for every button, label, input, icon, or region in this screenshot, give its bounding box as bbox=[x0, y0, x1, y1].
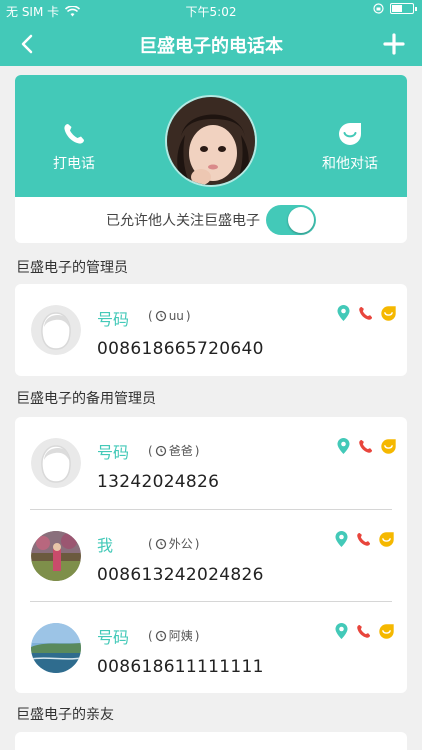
chat-label: 和他对话 bbox=[322, 156, 378, 172]
contact-item[interactable]: 我 ( 外公) 008613242024826 bbox=[30, 509, 395, 601]
contact-name: 我 bbox=[97, 536, 114, 555]
contact-item[interactable]: 号码 ( 阿姨) 008618611111111 bbox=[30, 601, 395, 693]
watch-icon bbox=[155, 630, 166, 641]
watch-icon bbox=[155, 538, 166, 549]
nav-bar: 巨盛电子的电话本 bbox=[0, 22, 422, 66]
contact-number: 13242024826 bbox=[97, 472, 220, 492]
location-pin-icon[interactable] bbox=[334, 530, 349, 548]
contact-number: 008613242024826 bbox=[97, 565, 264, 585]
call-icon[interactable] bbox=[357, 438, 374, 455]
chat-icon[interactable] bbox=[380, 305, 397, 322]
call-icon[interactable] bbox=[355, 623, 372, 640]
contact-number: 008618665720640 bbox=[97, 339, 264, 359]
section-title-admin: 巨盛电子的管理员 bbox=[16, 260, 128, 276]
chat-button[interactable]: 和他对话 bbox=[315, 121, 385, 173]
contact-tag: ( 阿姨) bbox=[148, 628, 200, 644]
follow-row: 已允许他人关注巨盛电子 bbox=[15, 197, 407, 243]
chat-smile-icon bbox=[339, 123, 361, 145]
admin-list: 号码 ( uu) 008618665720640 bbox=[15, 284, 407, 376]
contact-tag: ( uu) bbox=[148, 309, 191, 323]
orientation-lock-icon bbox=[373, 3, 384, 14]
follow-label: 已允许他人关注巨盛电子 bbox=[106, 213, 260, 229]
chat-icon[interactable] bbox=[378, 531, 395, 548]
chat-icon[interactable] bbox=[380, 438, 397, 455]
battery-icon bbox=[390, 3, 417, 14]
status-time: 下午5:02 bbox=[185, 5, 237, 19]
status-bar: 无 SIM 卡 下午5:02 bbox=[0, 0, 422, 22]
contact-actions bbox=[334, 622, 395, 640]
watch-icon bbox=[155, 310, 166, 322]
friends-list bbox=[15, 732, 407, 750]
contact-avatar bbox=[31, 531, 81, 581]
profile-header: 打电话 和他对话 bbox=[15, 75, 407, 197]
contact-avatar bbox=[31, 623, 81, 673]
contact-actions bbox=[336, 437, 397, 455]
location-pin-icon[interactable] bbox=[336, 304, 351, 322]
call-label: 打电话 bbox=[53, 156, 95, 172]
location-pin-icon[interactable] bbox=[334, 622, 349, 640]
contact-item[interactable]: 号码 ( uu) 008618665720640 bbox=[15, 284, 407, 376]
contact-tag: ( 外公) bbox=[148, 536, 200, 552]
backup-admin-list: 号码 ( 爸爸) 13242024826 我 (外公) 0086132420… bbox=[15, 417, 407, 693]
contact-name: 号码 bbox=[97, 628, 130, 647]
contact-actions bbox=[336, 304, 397, 322]
location-pin-icon[interactable] bbox=[336, 437, 351, 455]
avatar[interactable] bbox=[165, 95, 257, 187]
contact-avatar bbox=[31, 305, 81, 355]
call-icon[interactable] bbox=[355, 531, 372, 548]
follow-toggle[interactable] bbox=[266, 205, 316, 235]
contact-avatar bbox=[31, 438, 81, 488]
contact-item[interactable]: 号码 ( 爸爸) 13242024826 bbox=[15, 417, 407, 509]
profile-card: 打电话 和他对话 已允许他人关注巨盛电子 bbox=[15, 75, 407, 243]
contact-number: 008618611111111 bbox=[97, 657, 264, 677]
section-title-backup: 巨盛电子的备用管理员 bbox=[16, 391, 156, 407]
contact-tag: ( 爸爸) bbox=[148, 443, 200, 459]
phone-icon bbox=[64, 124, 84, 144]
section-title-friends: 巨盛电子的亲友 bbox=[16, 707, 114, 723]
page-title: 巨盛电子的电话本 bbox=[139, 36, 283, 57]
watch-icon bbox=[155, 445, 166, 456]
contact-name: 号码 bbox=[97, 443, 130, 462]
add-contact-icon[interactable] bbox=[380, 30, 408, 58]
contact-actions bbox=[334, 530, 395, 548]
chat-icon[interactable] bbox=[378, 623, 395, 640]
call-icon[interactable] bbox=[357, 305, 374, 322]
call-button[interactable]: 打电话 bbox=[49, 121, 99, 173]
contact-name: 号码 bbox=[97, 310, 130, 329]
